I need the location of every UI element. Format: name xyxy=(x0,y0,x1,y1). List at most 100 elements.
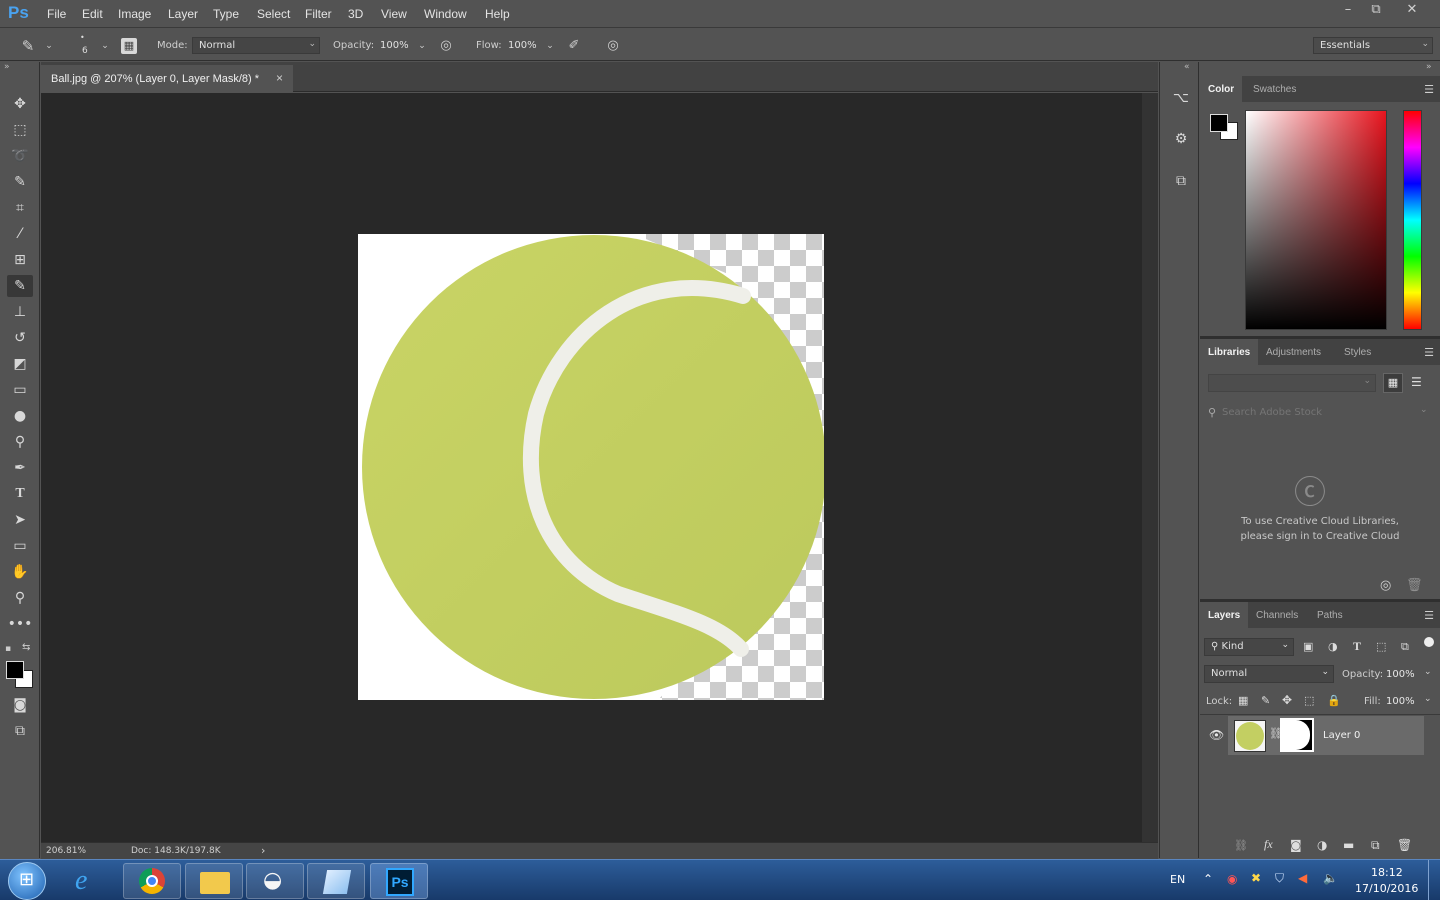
notepad-taskbar-button[interactable] xyxy=(307,863,365,899)
tab-adjustments[interactable]: Adjustments xyxy=(1258,339,1329,365)
document-canvas[interactable] xyxy=(358,234,824,700)
new-layer-icon[interactable]: ⧉ xyxy=(1371,838,1380,853)
brush-panel-icon[interactable]: ▦ xyxy=(121,38,137,54)
workspace-select[interactable]: Essentials ⌄ xyxy=(1313,37,1433,54)
new-group-icon[interactable]: ▬ xyxy=(1343,838,1354,852)
delete-layer-icon[interactable]: 🗑 xyxy=(1397,838,1412,852)
filter-pixel-icon[interactable]: ▣ xyxy=(1303,640,1313,653)
photoshop-taskbar-button[interactable]: Ps xyxy=(370,863,428,899)
color-foreground-swatch[interactable] xyxy=(1210,114,1228,132)
opacity-value[interactable]: 100% xyxy=(380,40,409,51)
stock-search-input[interactable] xyxy=(1222,403,1422,421)
document-tab[interactable]: Ball.jpg @ 207% (Layer 0, Layer Mask/8) … xyxy=(41,65,293,92)
library-select[interactable]: ⌄ xyxy=(1208,374,1376,392)
panel-menu-icon[interactable]: ☰ xyxy=(1424,83,1434,96)
pressure-opacity-icon[interactable]: ◎ xyxy=(438,38,454,54)
zoom-level[interactable]: 206.81% xyxy=(46,846,86,856)
menu-view[interactable]: View xyxy=(381,7,407,21)
opacity-chevron-icon[interactable]: ⌄ xyxy=(414,38,430,54)
filter-smart-icon[interactable]: ⧉ xyxy=(1401,640,1409,654)
stamp-tool-icon[interactable]: ⊥ xyxy=(7,301,33,323)
move-tool-icon[interactable]: ✥ xyxy=(7,93,33,115)
panel-menu-icon[interactable]: ☰ xyxy=(1424,609,1434,622)
zoom-tool-icon[interactable]: ⚲ xyxy=(7,587,33,609)
tray-arrow-icon[interactable]: ◀ xyxy=(1298,871,1307,885)
lock-pixels-icon[interactable]: ✎ xyxy=(1261,694,1270,707)
screen-mode-icon[interactable]: ⧉ xyxy=(7,720,33,742)
menu-3d[interactable]: 3D xyxy=(348,7,363,21)
trash-icon[interactable]: 🗑 xyxy=(1406,578,1423,593)
minimize-button[interactable]: – xyxy=(1335,2,1361,20)
tab-channels[interactable]: Channels xyxy=(1248,602,1306,628)
hue-slider[interactable] xyxy=(1403,110,1422,330)
language-indicator[interactable]: EN xyxy=(1170,873,1185,886)
layer-name[interactable]: Layer 0 xyxy=(1323,730,1360,741)
pen-tool-icon[interactable]: ✒ xyxy=(7,457,33,479)
healing-brush-tool-icon[interactable]: ⊞ xyxy=(7,249,33,271)
fx-icon[interactable]: fx xyxy=(1264,837,1273,852)
hand-tool-icon[interactable]: ✋ xyxy=(7,561,33,583)
eyedropper-tool-icon[interactable]: ⁄ xyxy=(7,223,33,245)
collapse-icon[interactable]: » xyxy=(4,62,10,72)
type-tool-icon[interactable]: T xyxy=(7,483,33,505)
eye-icon[interactable]: 👁 xyxy=(1209,728,1224,742)
history-brush-tool-icon[interactable]: ↺ xyxy=(7,327,33,349)
brush-picker-chevron-icon[interactable]: ⌄ xyxy=(97,38,113,54)
menu-type[interactable]: Type xyxy=(213,7,239,21)
dodge-tool-icon[interactable]: ⚲ xyxy=(7,431,33,453)
status-menu-icon[interactable]: › xyxy=(261,844,265,857)
default-colors-icon[interactable]: ▪ xyxy=(5,644,11,654)
lock-artboard-icon[interactable]: ⬚ xyxy=(1304,694,1314,707)
properties-panel-icon[interactable]: ⚙ xyxy=(1170,128,1192,150)
rectangle-tool-icon[interactable]: ▭ xyxy=(7,535,33,557)
flow-value[interactable]: 100% xyxy=(508,40,537,51)
pressure-size-icon[interactable]: ◎ xyxy=(605,38,621,54)
airbrush-icon[interactable]: ✐ xyxy=(566,38,582,54)
tab-styles[interactable]: Styles xyxy=(1336,339,1379,365)
crop-tool-icon[interactable]: ⌗ xyxy=(7,197,33,219)
menu-filter[interactable]: Filter xyxy=(305,7,332,21)
blend-mode-select[interactable]: Normal ⌄ xyxy=(1204,665,1334,683)
more-tools-icon[interactable]: ••• xyxy=(7,613,33,635)
mode-select[interactable]: Normal ⌄ xyxy=(192,37,320,54)
foreground-color-swatch[interactable] xyxy=(6,661,24,679)
new-adjustment-icon[interactable]: ◑ xyxy=(1317,838,1327,852)
menu-image[interactable]: Image xyxy=(118,7,151,21)
layer-mask-thumbnail[interactable] xyxy=(1280,718,1314,752)
quick-mask-icon[interactable]: ◙ xyxy=(7,694,33,716)
restore-button[interactable]: ⧉ xyxy=(1363,2,1389,20)
tray-expand-icon[interactable]: ⌃ xyxy=(1203,872,1213,886)
shield-icon[interactable]: ⛉ xyxy=(1275,871,1284,886)
explorer-taskbar-button[interactable] xyxy=(185,863,243,899)
quick-select-tool-icon[interactable]: ✎ xyxy=(7,171,33,193)
close-tab-icon[interactable]: × xyxy=(276,71,283,85)
clock-date[interactable]: 17/10/2016 xyxy=(1355,882,1418,895)
brush-tool-icon[interactable]: ✎ xyxy=(7,275,33,297)
path-select-tool-icon[interactable]: ➤ xyxy=(7,509,33,531)
panel-menu-icon[interactable]: ☰ xyxy=(1424,346,1434,359)
filter-shape-icon[interactable]: ⬚ xyxy=(1376,640,1386,653)
link-layers-icon[interactable]: ⛓ xyxy=(1234,839,1248,852)
layer-filter-select[interactable]: ⚲ Kind ⌄ xyxy=(1204,638,1294,656)
blur-tool-icon[interactable]: ● xyxy=(7,405,33,427)
history-panel-icon[interactable]: ⌥ xyxy=(1170,87,1192,109)
ie-taskbar-button[interactable]: e xyxy=(61,863,119,899)
menu-help[interactable]: Help xyxy=(485,7,510,21)
vertical-scrollbar[interactable] xyxy=(1142,93,1158,842)
volume-icon[interactable]: 🔈 xyxy=(1323,871,1338,885)
chrome-taskbar-button[interactable] xyxy=(123,863,181,899)
tab-swatches[interactable]: Swatches xyxy=(1245,76,1304,102)
tray-app-icon[interactable]: ◉ xyxy=(1227,872,1237,886)
show-desktop-button[interactable] xyxy=(1428,860,1440,900)
brush-tool-icon[interactable]: ✎ xyxy=(20,38,36,54)
menu-layer[interactable]: Layer xyxy=(168,7,198,21)
list-view-icon[interactable]: ☰ xyxy=(1411,375,1422,389)
lock-position-icon[interactable]: ✥ xyxy=(1282,693,1292,707)
menu-select[interactable]: Select xyxy=(257,7,290,21)
filter-type-icon[interactable]: T xyxy=(1353,639,1361,654)
color-field[interactable] xyxy=(1245,110,1387,330)
menu-window[interactable]: Window xyxy=(424,7,467,21)
menu-file[interactable]: File xyxy=(47,7,66,21)
brush-size[interactable]: 6 xyxy=(82,46,88,56)
expand-icon[interactable]: » xyxy=(1426,62,1432,72)
